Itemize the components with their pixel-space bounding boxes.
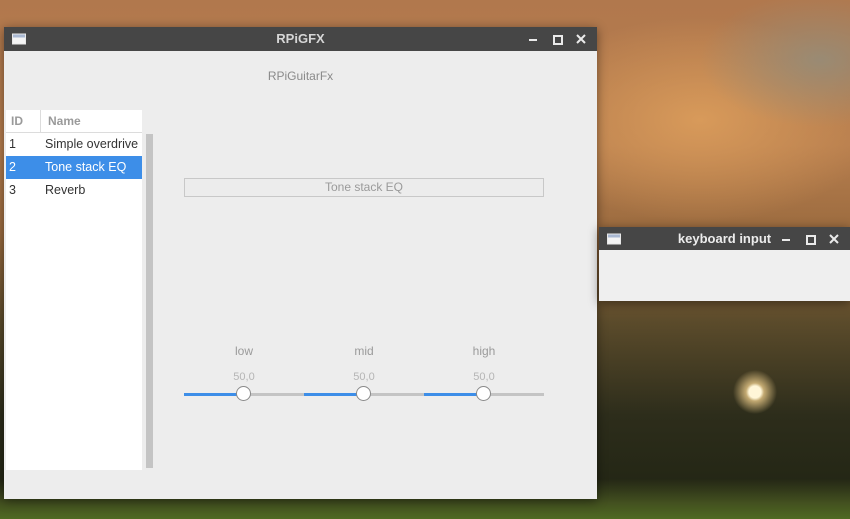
row-id: 3 [9, 183, 16, 197]
slider-label: mid [354, 344, 374, 358]
vertical-scrollbar[interactable] [146, 134, 153, 468]
maximize-icon[interactable] [550, 32, 564, 46]
window-title: RPiGFX [276, 31, 325, 46]
row-name: Simple overdrive [45, 137, 139, 151]
slider-fill [424, 393, 484, 396]
effects-table[interactable]: ID Name 1 Simple overdrive 2 Tone stack … [6, 110, 142, 470]
slider-handle[interactable] [476, 386, 491, 401]
slider-value: 50,0 [233, 371, 255, 383]
row-name: Tone stack EQ [45, 160, 127, 174]
slider-track[interactable] [184, 386, 304, 401]
effect-name-field[interactable]: Tone stack EQ [184, 178, 544, 197]
keyboard-titlebar[interactable]: keyboard input [599, 227, 850, 250]
slider-mid: mid 50,0 [304, 344, 424, 404]
slider-low: low 50,0 [184, 344, 304, 404]
table-row[interactable]: 1 Simple overdrive [6, 133, 142, 156]
keyboard-input-window: keyboard input [599, 227, 850, 301]
slider-track[interactable] [424, 386, 544, 401]
main-window: RPiGFX RPiGuitarFx ID Name 1 Simple over… [4, 27, 597, 499]
main-titlebar[interactable]: RPiGFX [4, 27, 597, 51]
minimize-icon[interactable] [779, 232, 793, 246]
slider-value: 50,0 [353, 371, 375, 383]
slider-fill [304, 393, 364, 396]
table-header: ID Name [6, 110, 142, 133]
row-id: 2 [9, 160, 16, 174]
slider-label: high [472, 344, 496, 358]
slider-fill [184, 393, 244, 396]
column-header-id[interactable]: ID [11, 114, 23, 128]
close-icon[interactable] [827, 232, 841, 246]
minimize-icon[interactable] [526, 32, 540, 46]
slider-track[interactable] [304, 386, 424, 401]
close-icon[interactable] [574, 32, 588, 46]
slider-handle[interactable] [356, 386, 371, 401]
row-name: Reverb [45, 183, 86, 197]
column-separator [40, 110, 41, 132]
app-heading: RPiGuitarFx [267, 69, 334, 83]
slider-high: high 50,0 [424, 344, 544, 404]
slider-value: 50,0 [473, 371, 495, 383]
row-id: 1 [9, 137, 16, 151]
maximize-icon[interactable] [803, 232, 817, 246]
slider-label: low [234, 344, 253, 358]
slider-handle[interactable] [236, 386, 251, 401]
table-row-selected[interactable]: 2 Tone stack EQ [6, 156, 142, 179]
table-row[interactable]: 3 Reverb [6, 179, 142, 202]
column-header-name[interactable]: Name [48, 114, 81, 128]
